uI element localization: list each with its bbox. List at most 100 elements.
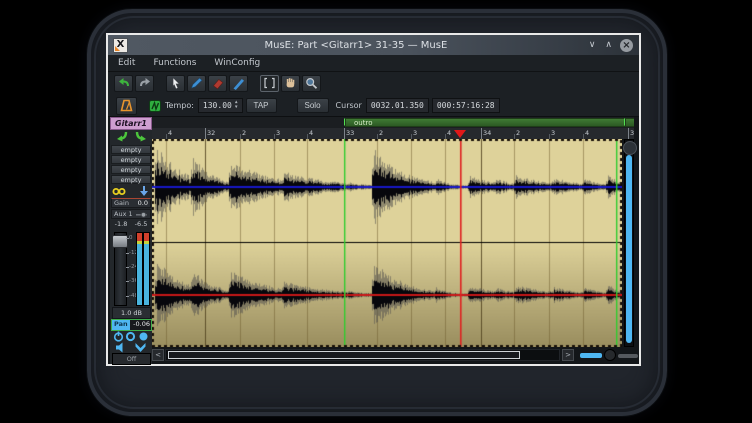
eraser-tool-button[interactable] — [208, 75, 227, 92]
scroll-right-button[interactable]: > — [562, 349, 574, 361]
aux-send-control[interactable]: Aux 1 — [111, 209, 151, 219]
meter-peak-right: -6.5 — [135, 220, 148, 228]
redo-tool-button[interactable] — [135, 75, 154, 92]
cursor-label: Cursor — [336, 101, 362, 110]
tools-toolbar — [108, 72, 639, 95]
pan-label: Pan — [112, 320, 130, 330]
arrow-down-left-icon[interactable] — [114, 131, 128, 143]
stereo-channels-icon[interactable] — [112, 187, 126, 196]
tempo-master-icon[interactable] — [149, 100, 161, 112]
vertical-scroll-thumb[interactable] — [626, 155, 632, 343]
close-button[interactable]: × — [620, 39, 633, 52]
waveform-display[interactable] — [152, 139, 622, 347]
pencil-tool-button[interactable] — [187, 75, 206, 92]
pan-tool-button[interactable] — [281, 75, 300, 92]
pointer-tool-button[interactable] — [166, 75, 185, 92]
chevron-down-icon[interactable] — [134, 342, 147, 353]
ruler-tick-label: 3 — [276, 129, 280, 137]
tempo-label: Tempo: — [165, 101, 194, 110]
pan-icon — [284, 77, 298, 90]
meter-peak-values: -1.8 -6.5 — [111, 220, 151, 228]
menu-item-functions[interactable]: Functions — [153, 58, 196, 68]
ruler-tick-label: 34 — [483, 129, 491, 137]
tempo-value: 130.00 — [203, 101, 232, 110]
speaker-icon[interactable] — [115, 342, 127, 353]
ruler-tick-label: 35 — [630, 129, 634, 137]
controller-slot-empty[interactable]: empty — [111, 145, 151, 154]
controller-slot-empty[interactable]: empty — [111, 175, 151, 184]
automation-off-button[interactable]: Off — [112, 353, 151, 365]
solo-button[interactable]: Solo — [297, 98, 329, 113]
draw-icon — [232, 77, 246, 90]
muse-part-editor-window: X MusE: Part <Gitarr1> 31-35 — MusE ∨ ∧ … — [106, 33, 641, 366]
arrow-down-right-icon[interactable] — [135, 131, 149, 143]
pan-control[interactable]: Pan -0.06 — [111, 319, 152, 331]
menu-item-edit[interactable]: Edit — [118, 58, 135, 68]
ruler-tick-label: 4 — [168, 129, 172, 137]
aux-label: Aux 1 — [114, 210, 133, 218]
zoom-slider-fill[interactable] — [580, 353, 602, 358]
level-meter-left — [136, 232, 143, 306]
pan-value: -0.06 — [130, 320, 151, 330]
draw-tool-button[interactable] — [229, 75, 248, 92]
transport-toolbar: Tempo: 130.00 ▲ ▼ TAP Solo Cursor 0032.0… — [108, 95, 639, 117]
ruler-tick-label: 3 — [551, 129, 555, 137]
record-ring-icon[interactable] — [125, 331, 136, 342]
ruler-tick — [481, 128, 482, 139]
ruler-tick — [344, 128, 345, 139]
power-icon[interactable] — [113, 331, 124, 342]
titlebar[interactable]: X MusE: Part <Gitarr1> 31-35 — MusE ∨ ∧ … — [108, 35, 639, 55]
fader-tick-label: 0 — [129, 235, 133, 241]
controller-slot-empty[interactable]: empty — [111, 165, 151, 174]
scroll-left-button[interactable]: < — [152, 349, 164, 361]
ruler-tick-label: 3 — [413, 129, 417, 137]
gain-value: 0.0 — [138, 199, 148, 207]
ruler-tick-label: 4 — [309, 129, 313, 137]
app-icon: X — [113, 38, 128, 53]
ruler-tick-label: 2 — [516, 129, 520, 137]
part-name-badge[interactable]: Gitarr1 — [110, 117, 152, 130]
zoom-slider-track[interactable] — [618, 354, 638, 358]
minimize-button[interactable]: ∨ — [589, 35, 596, 55]
tempo-spin-down-icon[interactable]: ▼ — [235, 106, 238, 111]
zoom-tool-button[interactable] — [302, 75, 321, 92]
zoom-slider-knob[interactable] — [604, 349, 616, 361]
arrow-down-icon[interactable] — [138, 186, 150, 197]
aux-knob-icon[interactable] — [135, 210, 148, 219]
undo-icon — [117, 77, 131, 90]
ruler-tick-label: 33 — [346, 129, 354, 137]
metronome-icon — [120, 99, 133, 112]
tap-button[interactable]: TAP — [246, 98, 277, 113]
marker-mo[interactable]: mo — [625, 118, 634, 127]
controller-slot-list: emptyemptyemptyempty — [111, 145, 151, 185]
track-panel: Gitarr1 emptyemptyemptyempty — [110, 117, 152, 364]
record-dot-icon[interactable] — [138, 331, 149, 342]
menu-item-winconfig[interactable]: WinConfig — [214, 58, 260, 68]
ruler-tick — [628, 128, 629, 139]
range-tool-button[interactable] — [260, 75, 279, 92]
controller-slot-empty[interactable]: empty — [111, 155, 151, 164]
ruler-tick-label: 2 — [379, 129, 383, 137]
metronome-button[interactable] — [116, 97, 137, 115]
redo-icon — [138, 77, 152, 90]
pencil-icon — [190, 77, 204, 90]
cursor-time-field: 000:57:16:28 — [432, 98, 500, 113]
playhead-marker[interactable] — [454, 130, 466, 138]
menu-bar: Edit Functions WinConfig — [108, 55, 639, 72]
horizontal-scroll-thumb[interactable] — [168, 351, 520, 359]
tempo-spinbox[interactable]: 130.00 ▲ ▼ — [198, 98, 243, 113]
pointer-icon — [169, 77, 183, 90]
maximize-button[interactable]: ∧ — [605, 35, 612, 55]
volume-db-button[interactable]: 1.0 dB — [112, 307, 151, 319]
level-meter-right — [143, 232, 150, 306]
ruler-tick-label: 4 — [585, 129, 589, 137]
ruler-tick — [205, 128, 206, 139]
undo-tool-button[interactable] — [114, 75, 133, 92]
ruler-tick-label: 4 — [447, 129, 451, 137]
vertical-scroll-knob[interactable] — [623, 141, 637, 155]
ruler-tick-label: 2 — [242, 129, 246, 137]
marker-outro[interactable]: outro — [345, 118, 634, 127]
volume-fader-knob[interactable] — [112, 235, 128, 248]
cursor-position-field: 0032.01.350 — [366, 98, 429, 113]
gain-control[interactable]: Gain 0.0 — [111, 198, 151, 208]
